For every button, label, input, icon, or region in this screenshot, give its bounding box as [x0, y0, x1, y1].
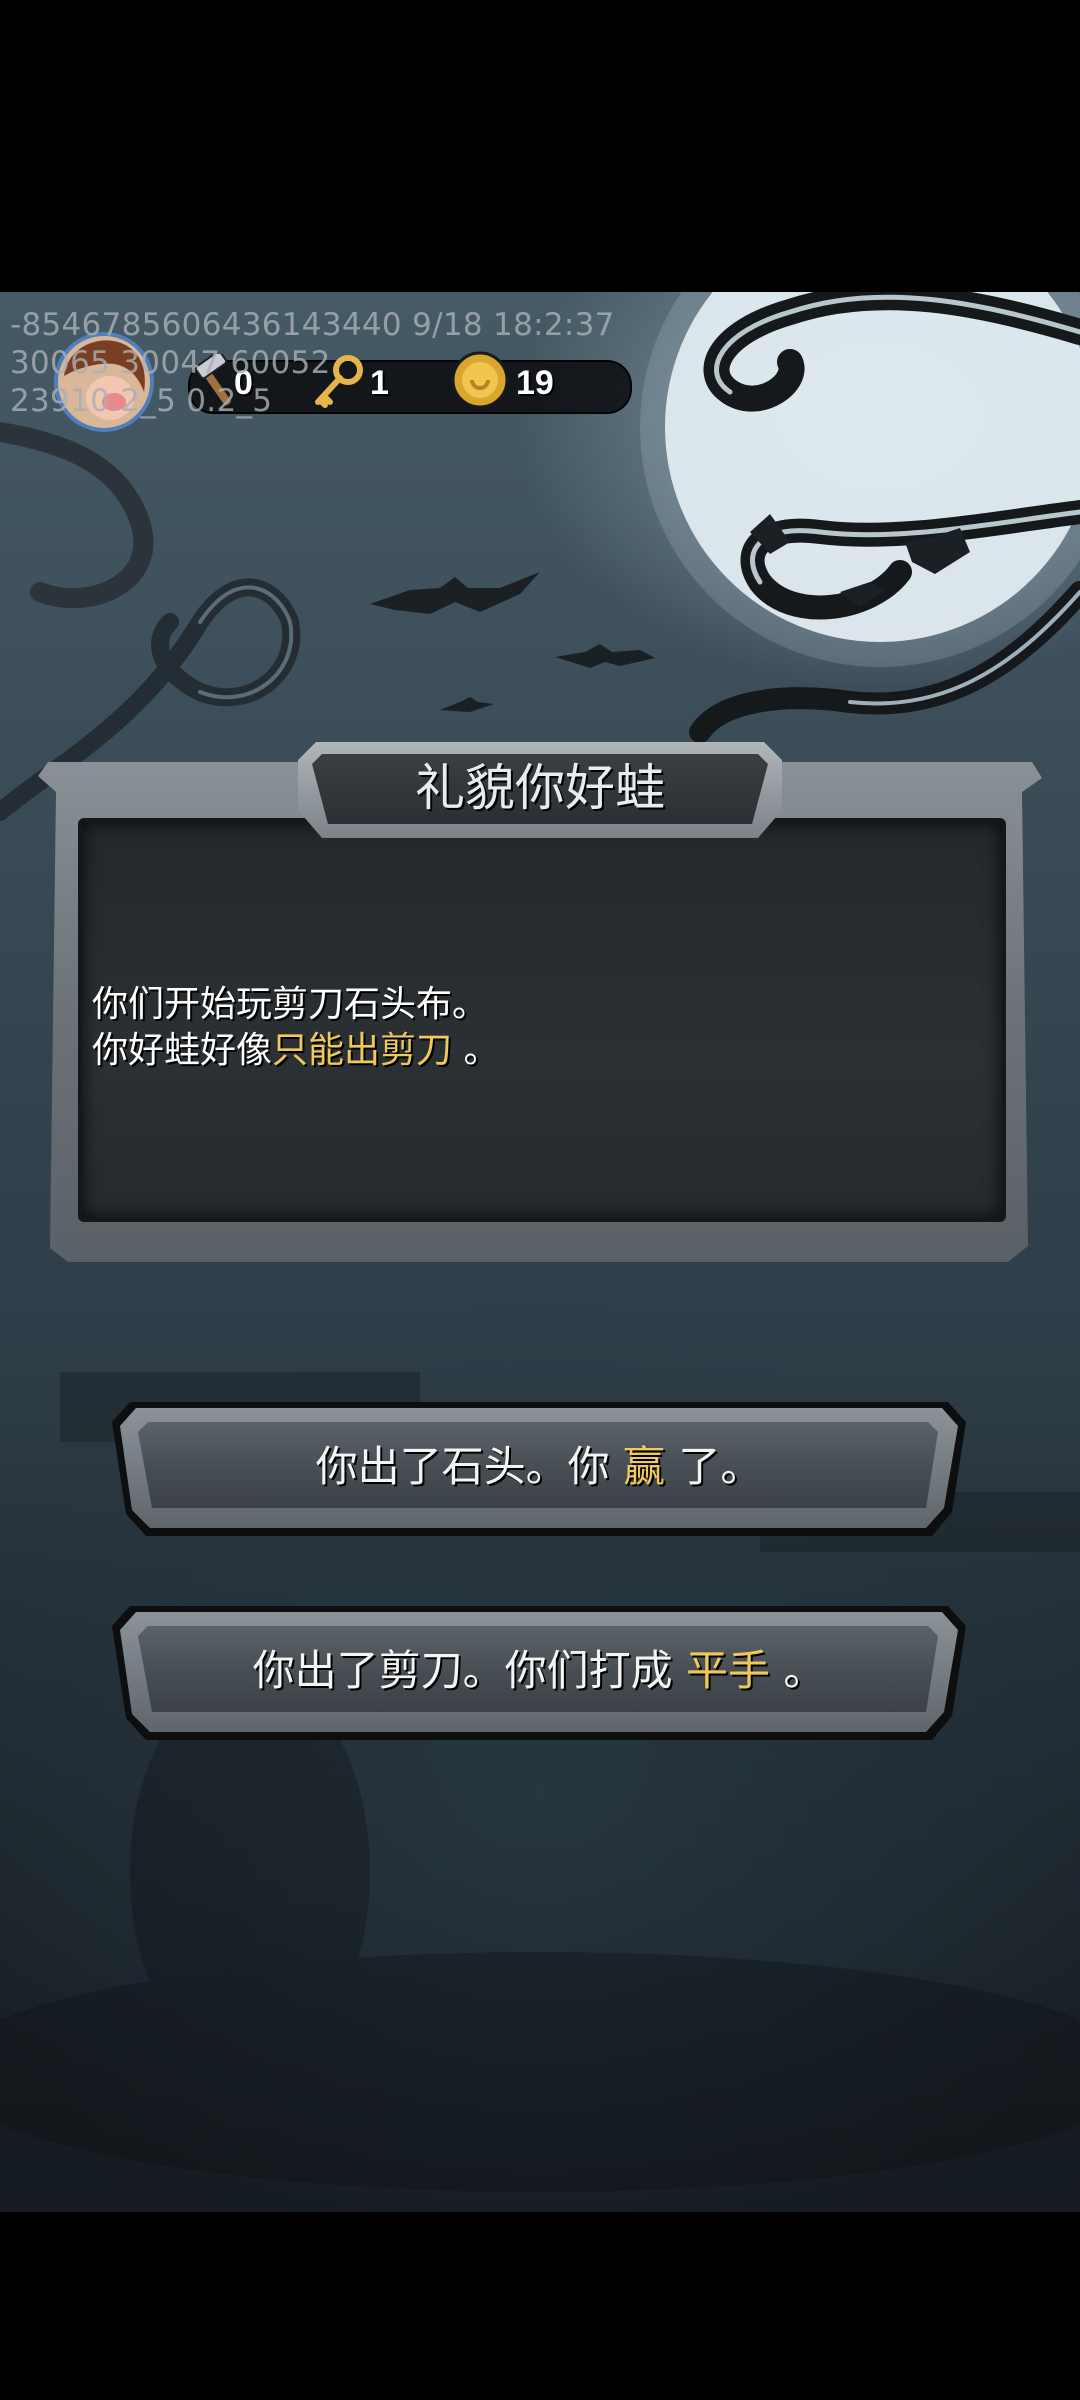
- game-screen: 0 1 19 -8546785606436143440 9/18 18:2:37…: [0, 292, 1080, 2212]
- debug-line-1: -8546785606436143440 9/18 18:2:37: [10, 307, 615, 343]
- coin-icon: [451, 351, 509, 409]
- choice-rock-label: 你出了石头。你 赢 了。: [112, 1402, 966, 1532]
- choice-scissors-highlight: 平手: [685, 1646, 770, 1695]
- title-plate: 礼貌你好蛙: [298, 742, 782, 838]
- story-highlight: 只能出剪刀: [272, 1030, 453, 1071]
- story-line-2: 你好蛙好像只能出剪刀 。: [92, 1028, 499, 1074]
- choice-rock-prefix: 你出了石头。你: [315, 1442, 623, 1491]
- left-branches: [0, 422, 301, 821]
- debug-line-3: 23910.2_5 0.2_5: [10, 383, 273, 419]
- choice-scissors-label: 你出了剪刀。你们打成 平手 。: [112, 1606, 966, 1736]
- choice-button-scissors[interactable]: 你出了剪刀。你们打成 平手 。: [112, 1606, 966, 1740]
- story-line-2-prefix: 你好蛙好像: [92, 1030, 273, 1071]
- choice-button-rock[interactable]: 你出了石头。你 赢 了。: [112, 1402, 966, 1536]
- dialog-story-text: 你们开始玩剪刀石头布。 你好蛙好像只能出剪刀 。: [92, 982, 499, 1074]
- dialog-title: 礼貌你好蛙: [415, 759, 665, 817]
- choice-scissors-suffix: 。: [770, 1646, 826, 1695]
- choice-rock-suffix: 了。: [665, 1442, 763, 1491]
- debug-line-2: 30065 30047 60052: [10, 345, 331, 381]
- story-line-2-suffix: 。: [452, 1030, 500, 1071]
- key-count: 1: [370, 364, 389, 402]
- coin-count: 19: [516, 364, 554, 402]
- choice-rock-highlight: 赢: [622, 1442, 665, 1491]
- choice-scissors-prefix: 你出了剪刀。你们打成: [252, 1646, 686, 1695]
- story-line-1: 你们开始玩剪刀石头布。: [92, 984, 489, 1025]
